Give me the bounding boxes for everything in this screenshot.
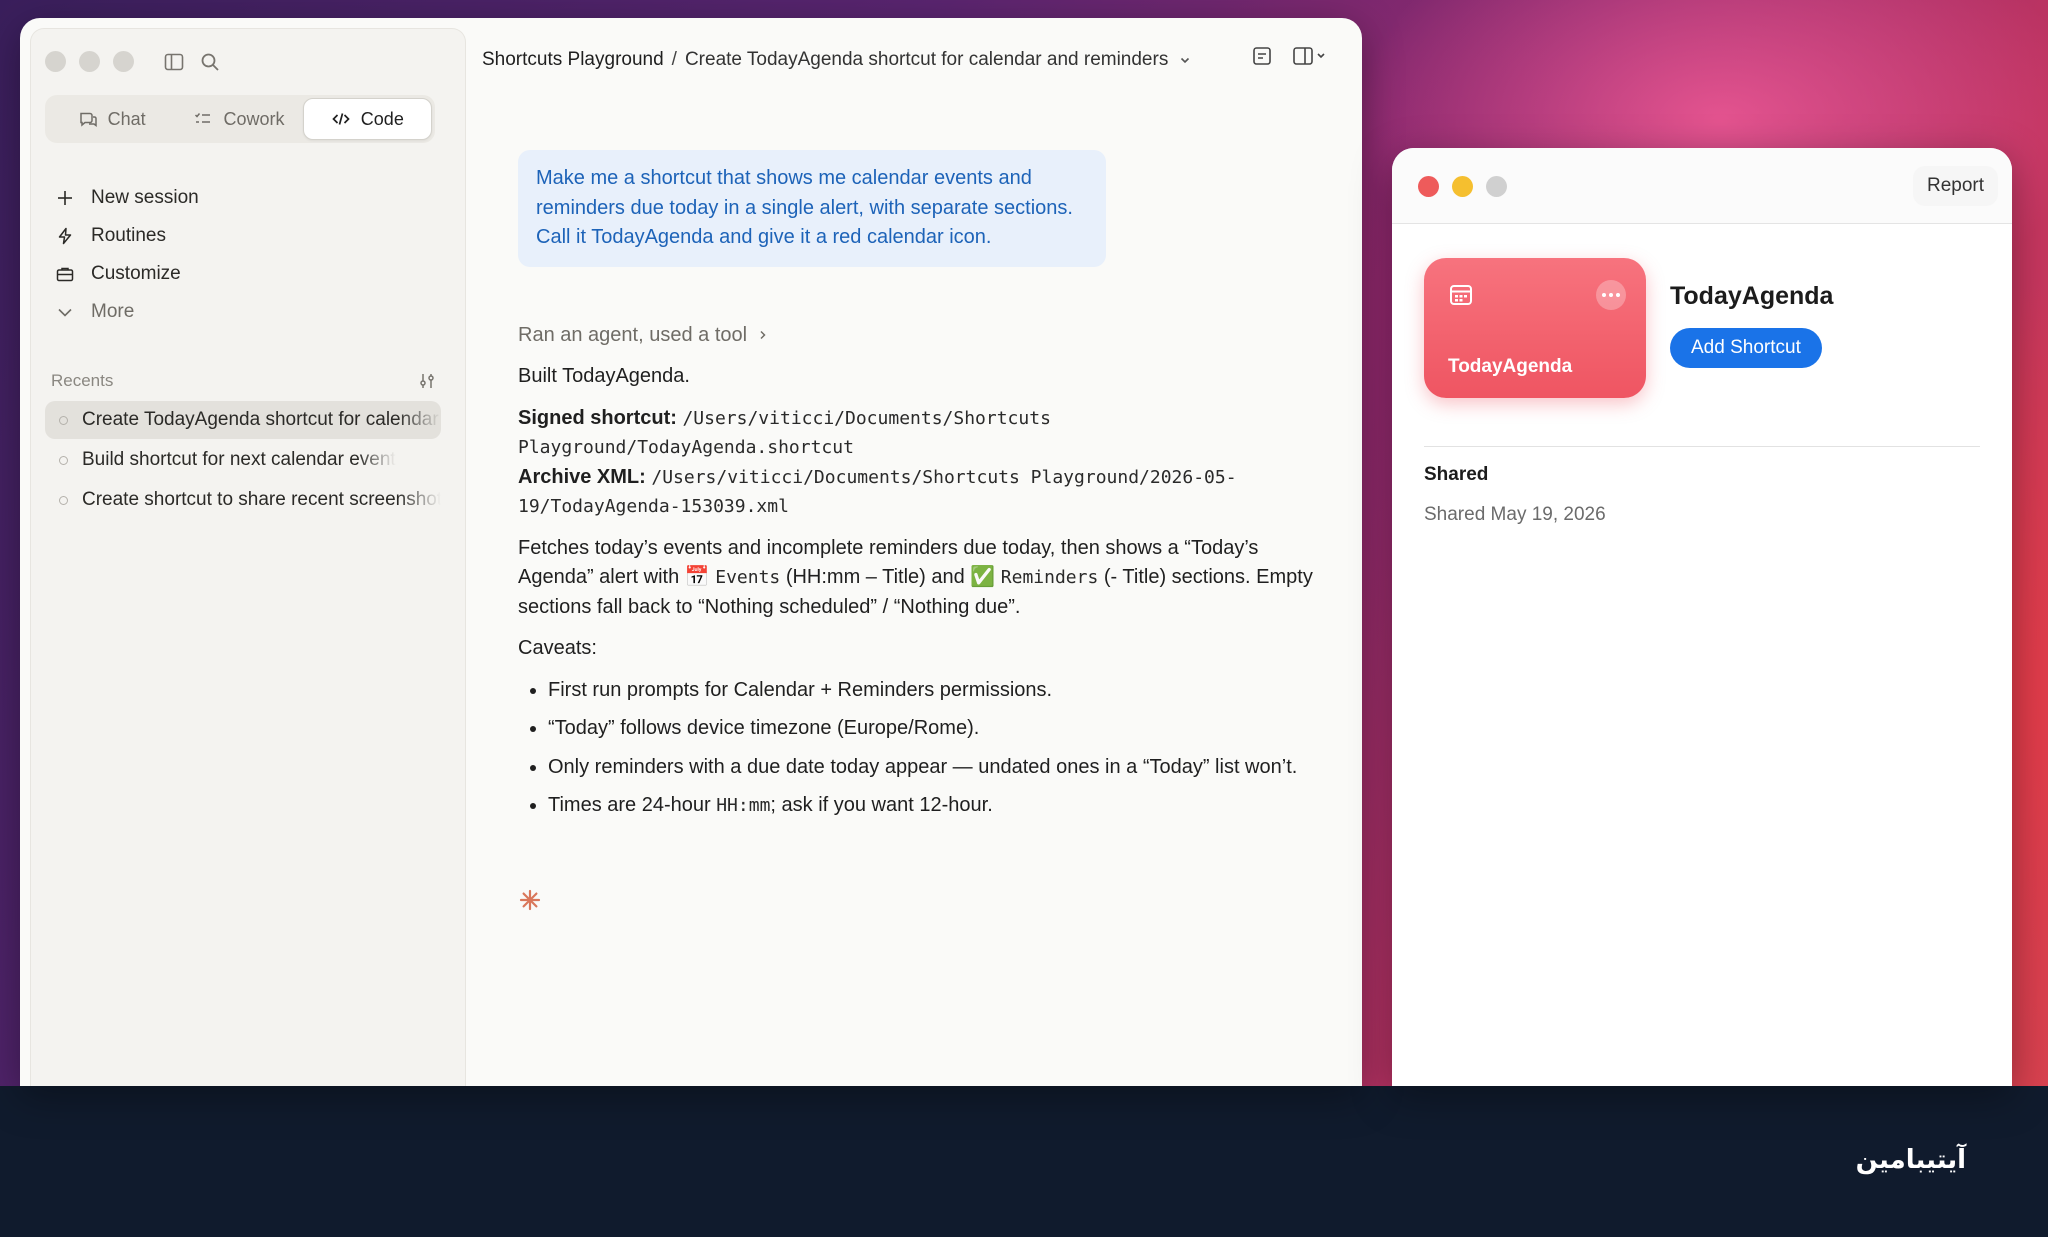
recents-header: Recents	[51, 367, 437, 395]
panel-toggle-icon[interactable]	[1292, 44, 1328, 68]
search-icon[interactable]	[199, 51, 221, 73]
brand-watermark: آیتیبامین	[1855, 1145, 1966, 1175]
time-format-code: HH:mm	[716, 795, 771, 816]
tab-code[interactable]: Code	[302, 98, 432, 140]
shortcut-name: TodayAgenda	[1670, 282, 1834, 310]
window-controls	[1418, 176, 1507, 197]
description-text: (HH:mm – Title) and	[780, 566, 971, 588]
tool-summary[interactable]: Ran an agent, used a tool	[518, 321, 1330, 351]
shortcut-tile[interactable]: TodayAgenda	[1424, 258, 1646, 398]
claude-main-window: Chat Cowork Code New session Routines Cu…	[20, 18, 1362, 1086]
spark-icon	[519, 889, 541, 910]
recents-list: Create TodayAgenda shortcut for calendar…	[45, 401, 441, 521]
titlebar: Report	[1392, 148, 2012, 224]
conversation: Make me a shortcut that shows me calenda…	[518, 150, 1330, 921]
recent-item-label: Create TodayAgenda shortcut for calendar…	[82, 409, 441, 430]
caveats-list: First run prompts for Calendar + Reminde…	[518, 676, 1330, 821]
list-item: “Today” follows device timezone (Europe/…	[548, 714, 1330, 744]
window-controls	[45, 51, 134, 72]
minimize-window-button[interactable]	[79, 51, 100, 72]
tab-chat[interactable]: Chat	[48, 98, 175, 140]
zoom-window-button[interactable]	[113, 51, 134, 72]
more-options-icon[interactable]	[1596, 280, 1626, 310]
sidebar-item-customize[interactable]: Customize	[55, 255, 435, 293]
recent-item[interactable]: Create shortcut to share recent screensh…	[45, 481, 441, 519]
tab-code-label: Code	[360, 108, 404, 129]
calendar-emoji: 📅	[684, 566, 710, 588]
paths-block: Signed shortcut: /Users/viticci/Document…	[518, 404, 1330, 522]
breadcrumb: Shortcuts Playground / Create TodayAgend…	[482, 42, 1352, 78]
add-shortcut-button[interactable]: Add Shortcut	[1670, 328, 1822, 368]
calendar-icon	[1450, 285, 1472, 305]
built-line: Built TodayAgenda.	[518, 365, 690, 387]
shortcut-preview-window: Report TodayAgenda TodayAgenda Add Short…	[1392, 148, 2012, 1086]
breadcrumb-separator: /	[671, 49, 677, 70]
plus-icon	[58, 191, 72, 205]
chevron-down-icon[interactable]	[1178, 53, 1192, 67]
tab-chat-label: Chat	[107, 108, 146, 129]
checkmark-emoji: ✅	[970, 566, 996, 588]
checklist-icon	[195, 113, 211, 123]
notes-icon[interactable]	[1250, 44, 1274, 68]
conversation-title[interactable]: Create TodayAgenda shortcut for calendar…	[685, 49, 1168, 71]
user-message: Make me a shortcut that shows me calenda…	[518, 150, 1106, 267]
zoom-window-button[interactable]	[1486, 176, 1507, 197]
list-item: Only reminders with a due date today app…	[548, 753, 1330, 783]
sidebar: Chat Cowork Code New session Routines Cu…	[30, 28, 466, 1086]
list-item: First run prompts for Calendar + Reminde…	[548, 676, 1330, 706]
archive-label: Archive XML:	[518, 465, 646, 488]
sidebar-nav: New session Routines Customize More	[55, 179, 435, 331]
list-item: Times are 24-hour HH:mm; ask if you want…	[548, 791, 1330, 821]
close-window-button[interactable]	[1418, 176, 1439, 197]
description: Fetches today’s events and incomplete re…	[518, 534, 1330, 623]
close-window-button[interactable]	[45, 51, 66, 72]
caveat-text: Times are 24-hour	[548, 794, 717, 816]
bottom-banner	[0, 1086, 2048, 1237]
recent-item[interactable]: Create TodayAgenda shortcut for calendar…	[45, 401, 441, 439]
signed-label: Signed shortcut:	[518, 406, 677, 429]
status-dot	[59, 415, 68, 425]
filter-icon[interactable]	[417, 371, 437, 391]
reminders-code: Reminders	[1000, 567, 1099, 588]
mode-switcher: Chat Cowork Code	[45, 95, 435, 143]
chevron-down-icon	[58, 308, 72, 317]
tab-cowork-label: Cowork	[223, 108, 285, 129]
status-dot	[59, 495, 68, 505]
code-icon	[332, 113, 350, 125]
sidebar-item-label: Customize	[91, 263, 181, 284]
bolt-icon	[58, 227, 72, 245]
report-button[interactable]: Report	[1912, 166, 1998, 206]
shared-date: Shared May 19, 2026	[1424, 504, 1606, 525]
briefcase-icon	[56, 267, 74, 282]
status-dot	[59, 455, 68, 465]
recent-item-label: Create shortcut to share recent screensh…	[82, 489, 441, 510]
sidebar-item-new-session[interactable]: New session	[55, 179, 435, 217]
shared-heading: Shared	[1424, 464, 1489, 485]
sidebar-item-more[interactable]: More	[55, 293, 435, 331]
sidebar-toggle-icon[interactable]	[163, 51, 185, 73]
chevron-right-icon	[760, 331, 766, 340]
recent-item-label: Build shortcut for next calendar event	[82, 449, 396, 470]
recent-item[interactable]: Build shortcut for next calendar event	[45, 441, 441, 479]
events-code: Events	[715, 567, 781, 588]
sidebar-item-label: More	[91, 301, 135, 322]
divider	[1424, 446, 1980, 447]
tab-cowork[interactable]: Cowork	[175, 98, 302, 140]
project-name[interactable]: Shortcuts Playground	[482, 49, 664, 71]
sidebar-item-label: Routines	[91, 225, 166, 246]
chat-icon	[79, 112, 97, 127]
tile-name: TodayAgenda	[1448, 356, 1573, 377]
recents-label: Recents	[51, 371, 114, 390]
caveat-text: ; ask if you want 12-hour.	[770, 794, 993, 816]
sidebar-item-routines[interactable]: Routines	[55, 217, 435, 255]
caveats-label: Caveats:	[518, 637, 597, 659]
minimize-window-button[interactable]	[1452, 176, 1473, 197]
sidebar-item-label: New session	[91, 187, 199, 208]
tool-summary-label: Ran an agent, used a tool	[518, 323, 748, 346]
